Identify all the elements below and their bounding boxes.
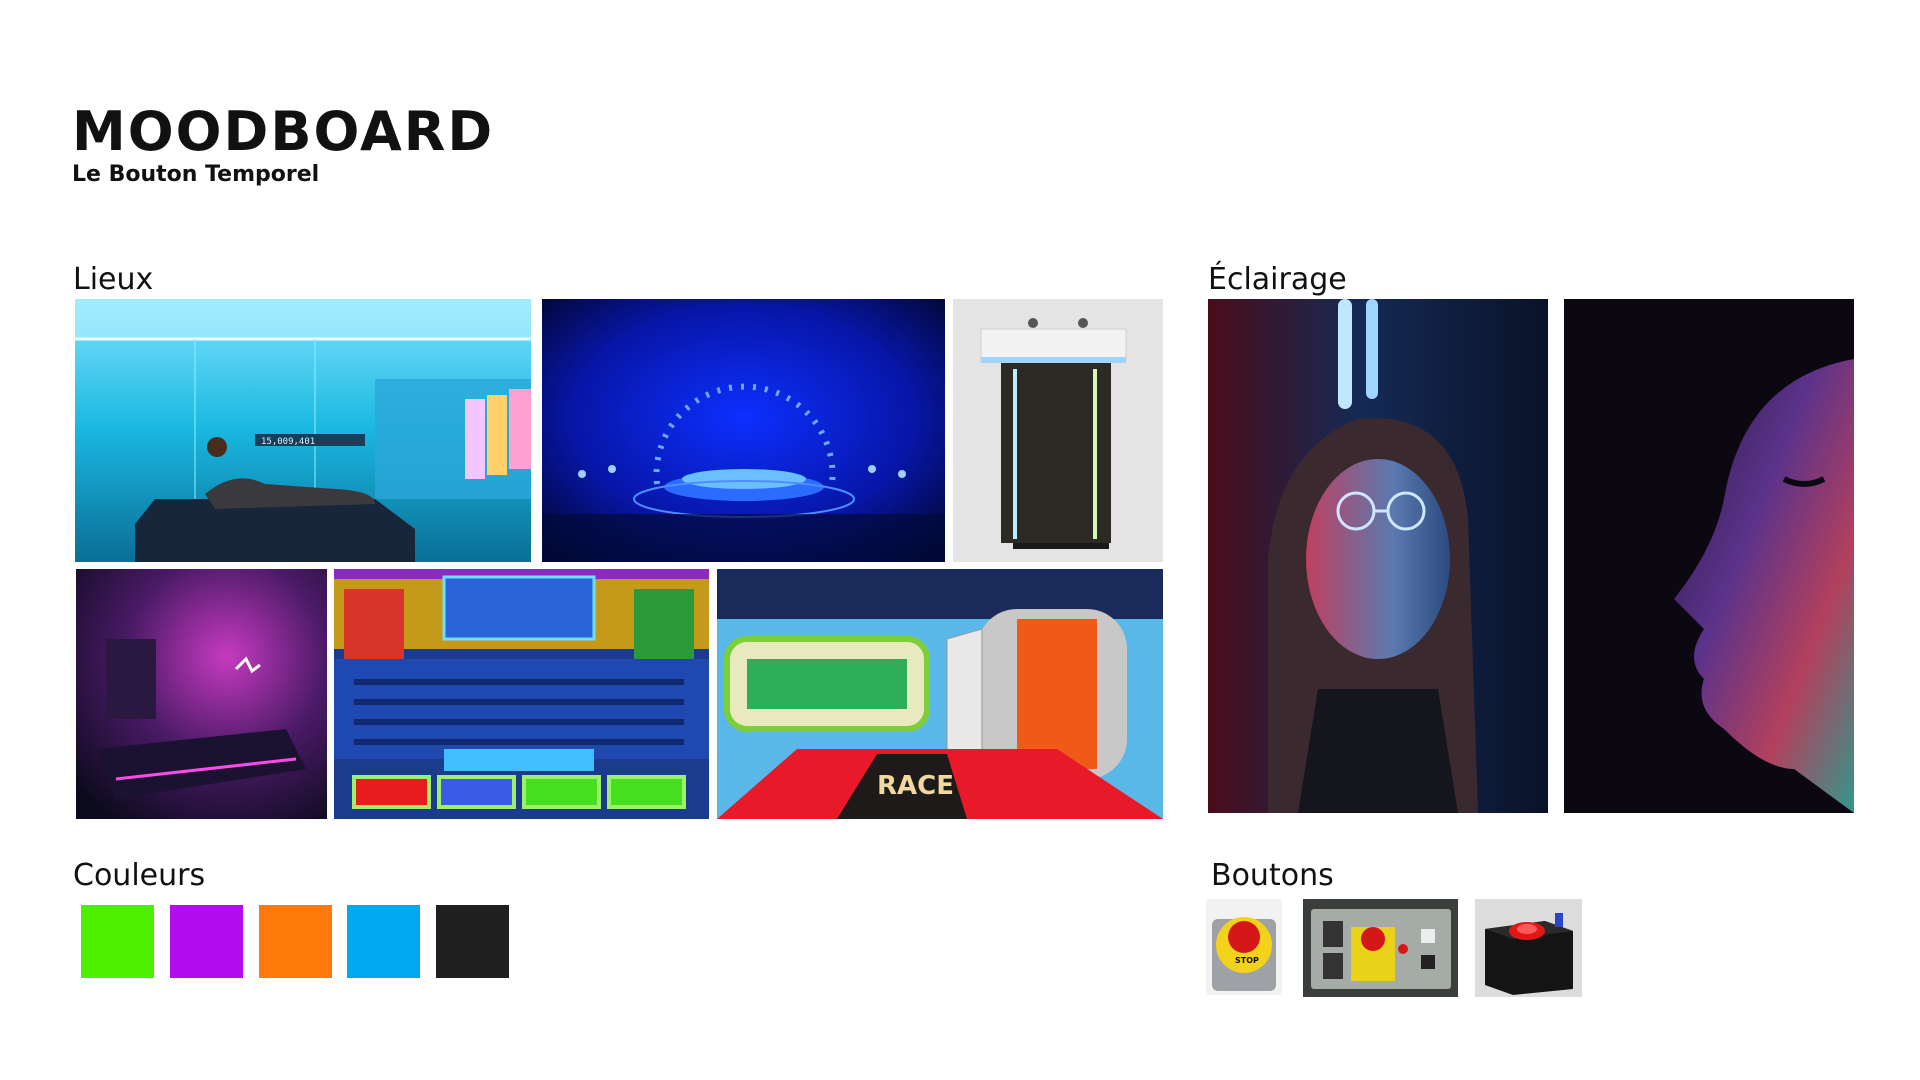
eclairage-image-face-profile (1564, 299, 1854, 813)
lieux-image-cyan-room: 15,009,401 (75, 299, 531, 562)
lieux-image-game-show-set: RACE (717, 569, 1163, 819)
color-swatch-blue (347, 905, 420, 978)
race-sign-text: RACE (877, 771, 954, 801)
lieux-image-blue-stage (542, 299, 945, 562)
page-title: MOODBOARD (72, 100, 495, 163)
lieux-image-podium (953, 299, 1163, 562)
page-subtitle: Le Bouton Temporel (72, 162, 320, 187)
color-swatch-black (436, 905, 509, 978)
color-swatch-green (81, 905, 154, 978)
bouton-image-black-box-button (1475, 899, 1582, 997)
bouton-image-stop-button: STOP (1206, 899, 1282, 995)
bouton-image-control-panel (1303, 899, 1458, 997)
color-swatch-purple (170, 905, 243, 978)
color-swatch-orange (259, 905, 332, 978)
lieux-image-game-show-theater (334, 569, 709, 819)
stop-label: STOP (1235, 956, 1259, 965)
section-title-eclairage: Éclairage (1208, 262, 1347, 297)
lieux-image-purple-room (76, 569, 327, 819)
section-title-boutons: Boutons (1211, 858, 1334, 893)
section-title-lieux: Lieux (73, 262, 154, 297)
section-title-couleurs: Couleurs (73, 858, 206, 893)
eclairage-image-woman-glasses (1208, 299, 1548, 813)
counter-text: 15,009,401 (261, 437, 315, 447)
